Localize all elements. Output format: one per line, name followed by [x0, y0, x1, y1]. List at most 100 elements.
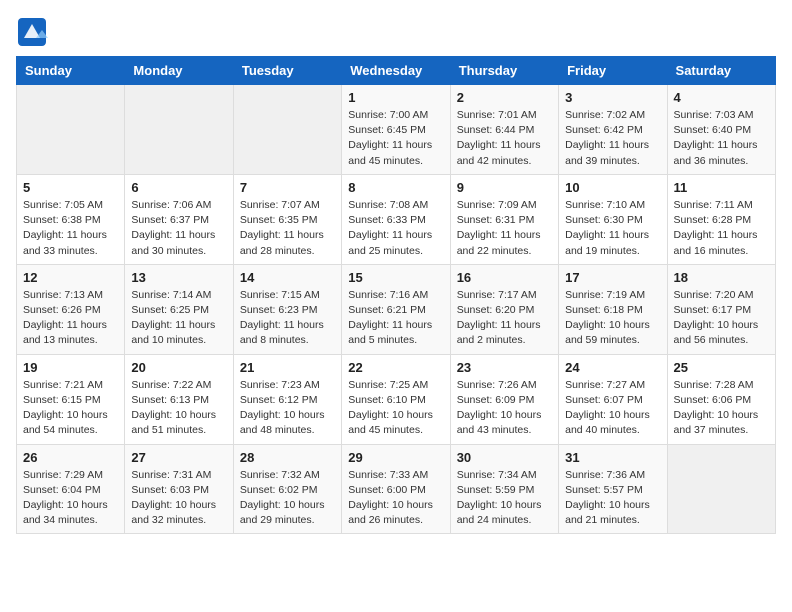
- day-number: 11: [674, 180, 769, 195]
- day-info: Sunrise: 7:25 AMSunset: 6:10 PMDaylight:…: [348, 378, 443, 439]
- day-number: 16: [457, 270, 552, 285]
- calendar-cell: 22 Sunrise: 7:25 AMSunset: 6:10 PMDayligh…: [342, 354, 450, 444]
- calendar-cell: 6 Sunrise: 7:06 AMSunset: 6:37 PMDaylight…: [125, 174, 233, 264]
- day-number: 15: [348, 270, 443, 285]
- calendar-cell: 20 Sunrise: 7:22 AMSunset: 6:13 PMDayligh…: [125, 354, 233, 444]
- calendar-cell: 25Sunrise: 7:28 AMSunset: 6:06 PMDayligh…: [667, 354, 775, 444]
- day-info: Sunrise: 7:01 AMSunset: 6:44 PMDaylight:…: [457, 108, 552, 169]
- calendar-table: SundayMondayTuesdayWednesdayThursdayFrid…: [16, 56, 776, 534]
- day-info: Sunrise: 7:11 AMSunset: 6:28 PMDaylight:…: [674, 198, 769, 259]
- calendar-cell: 30 Sunrise: 7:34 AMSunset: 5:59 PMDayligh…: [450, 444, 558, 534]
- day-number: 4: [674, 90, 769, 105]
- day-number: 8: [348, 180, 443, 195]
- day-number: 10: [565, 180, 660, 195]
- calendar-cell: 10 Sunrise: 7:10 AMSunset: 6:30 PMDayligh…: [559, 174, 667, 264]
- calendar-cell: 9 Sunrise: 7:09 AMSunset: 6:31 PMDaylight…: [450, 174, 558, 264]
- day-number: 12: [23, 270, 118, 285]
- day-number: 19: [23, 360, 118, 375]
- day-info: Sunrise: 7:34 AMSunset: 5:59 PMDaylight:…: [457, 468, 552, 529]
- day-number: 18: [674, 270, 769, 285]
- day-number: 31: [565, 450, 660, 465]
- weekday-header-row: SundayMondayTuesdayWednesdayThursdayFrid…: [17, 57, 776, 85]
- day-info: Sunrise: 7:13 AMSunset: 6:26 PMDaylight:…: [23, 288, 118, 349]
- weekday-header-sunday: Sunday: [17, 57, 125, 85]
- day-info: Sunrise: 7:06 AMSunset: 6:37 PMDaylight:…: [131, 198, 226, 259]
- calendar-cell: 12 Sunrise: 7:13 AMSunset: 6:26 PMDayligh…: [17, 264, 125, 354]
- calendar-cell: 2Sunrise: 7:01 AMSunset: 6:44 PMDaylight…: [450, 85, 558, 175]
- calendar-cell: [17, 85, 125, 175]
- day-info: Sunrise: 7:23 AMSunset: 6:12 PMDaylight:…: [240, 378, 335, 439]
- day-number: 28: [240, 450, 335, 465]
- weekday-header-tuesday: Tuesday: [233, 57, 341, 85]
- page-header: [16, 16, 776, 48]
- calendar-cell: 17 Sunrise: 7:19 AMSunset: 6:18 PMDayligh…: [559, 264, 667, 354]
- calendar-cell: 14Sunrise: 7:15 AMSunset: 6:23 PMDayligh…: [233, 264, 341, 354]
- weekday-header-monday: Monday: [125, 57, 233, 85]
- day-info: Sunrise: 7:32 AMSunset: 6:02 PMDaylight:…: [240, 468, 335, 529]
- calendar-cell: [667, 444, 775, 534]
- calendar-cell: [125, 85, 233, 175]
- day-number: 30: [457, 450, 552, 465]
- day-number: 20: [131, 360, 226, 375]
- day-info: Sunrise: 7:31 AMSunset: 6:03 PMDaylight:…: [131, 468, 226, 529]
- day-number: 24: [565, 360, 660, 375]
- calendar-cell: 29 Sunrise: 7:33 AMSunset: 6:00 PMDayligh…: [342, 444, 450, 534]
- day-info: Sunrise: 7:09 AMSunset: 6:31 PMDaylight:…: [457, 198, 552, 259]
- calendar-cell: 26 Sunrise: 7:29 AMSunset: 6:04 PMDayligh…: [17, 444, 125, 534]
- day-number: 29: [348, 450, 443, 465]
- calendar-cell: 5 Sunrise: 7:05 AMSunset: 6:38 PMDaylight…: [17, 174, 125, 264]
- day-number: 1: [348, 90, 443, 105]
- day-number: 26: [23, 450, 118, 465]
- calendar-cell: 4Sunrise: 7:03 AMSunset: 6:40 PMDaylight…: [667, 85, 775, 175]
- day-info: Sunrise: 7:28 AMSunset: 6:06 PMDaylight:…: [674, 378, 769, 439]
- week-row-1: 1 Sunrise: 7:00 AMSunset: 6:45 PMDaylight…: [17, 85, 776, 175]
- weekday-header-friday: Friday: [559, 57, 667, 85]
- day-number: 5: [23, 180, 118, 195]
- day-info: Sunrise: 7:36 AMSunset: 5:57 PMDaylight:…: [565, 468, 660, 529]
- calendar-cell: [233, 85, 341, 175]
- calendar-cell: 13Sunrise: 7:14 AMSunset: 6:25 PMDayligh…: [125, 264, 233, 354]
- calendar-cell: 8 Sunrise: 7:08 AMSunset: 6:33 PMDaylight…: [342, 174, 450, 264]
- calendar-cell: 28 Sunrise: 7:32 AMSunset: 6:02 PMDayligh…: [233, 444, 341, 534]
- day-info: Sunrise: 7:07 AMSunset: 6:35 PMDaylight:…: [240, 198, 335, 259]
- day-info: Sunrise: 7:19 AMSunset: 6:18 PMDaylight:…: [565, 288, 660, 349]
- calendar-cell: 23Sunrise: 7:26 AMSunset: 6:09 PMDayligh…: [450, 354, 558, 444]
- calendar-cell: 7 Sunrise: 7:07 AMSunset: 6:35 PMDaylight…: [233, 174, 341, 264]
- day-info: Sunrise: 7:17 AMSunset: 6:20 PMDaylight:…: [457, 288, 552, 349]
- calendar-cell: 1 Sunrise: 7:00 AMSunset: 6:45 PMDaylight…: [342, 85, 450, 175]
- day-info: Sunrise: 7:29 AMSunset: 6:04 PMDaylight:…: [23, 468, 118, 529]
- day-info: Sunrise: 7:15 AMSunset: 6:23 PMDaylight:…: [240, 288, 335, 349]
- day-info: Sunrise: 7:33 AMSunset: 6:00 PMDaylight:…: [348, 468, 443, 529]
- logo-icon: [16, 16, 48, 48]
- day-info: Sunrise: 7:00 AMSunset: 6:45 PMDaylight:…: [348, 108, 443, 169]
- day-info: Sunrise: 7:10 AMSunset: 6:30 PMDaylight:…: [565, 198, 660, 259]
- day-info: Sunrise: 7:05 AMSunset: 6:38 PMDaylight:…: [23, 198, 118, 259]
- day-number: 22: [348, 360, 443, 375]
- calendar-cell: 31 Sunrise: 7:36 AMSunset: 5:57 PMDayligh…: [559, 444, 667, 534]
- week-row-3: 12 Sunrise: 7:13 AMSunset: 6:26 PMDayligh…: [17, 264, 776, 354]
- day-info: Sunrise: 7:21 AMSunset: 6:15 PMDaylight:…: [23, 378, 118, 439]
- calendar-cell: 21Sunrise: 7:23 AMSunset: 6:12 PMDayligh…: [233, 354, 341, 444]
- day-number: 3: [565, 90, 660, 105]
- weekday-header-thursday: Thursday: [450, 57, 558, 85]
- day-number: 27: [131, 450, 226, 465]
- day-info: Sunrise: 7:22 AMSunset: 6:13 PMDaylight:…: [131, 378, 226, 439]
- calendar-cell: 3 Sunrise: 7:02 AMSunset: 6:42 PMDaylight…: [559, 85, 667, 175]
- calendar-cell: 18 Sunrise: 7:20 AMSunset: 6:17 PMDayligh…: [667, 264, 775, 354]
- day-number: 17: [565, 270, 660, 285]
- day-number: 6: [131, 180, 226, 195]
- day-number: 9: [457, 180, 552, 195]
- week-row-2: 5 Sunrise: 7:05 AMSunset: 6:38 PMDaylight…: [17, 174, 776, 264]
- calendar-cell: 19 Sunrise: 7:21 AMSunset: 6:15 PMDayligh…: [17, 354, 125, 444]
- day-number: 23: [457, 360, 552, 375]
- day-info: Sunrise: 7:14 AMSunset: 6:25 PMDaylight:…: [131, 288, 226, 349]
- logo: [16, 16, 52, 48]
- day-info: Sunrise: 7:08 AMSunset: 6:33 PMDaylight:…: [348, 198, 443, 259]
- weekday-header-wednesday: Wednesday: [342, 57, 450, 85]
- calendar-cell: 11 Sunrise: 7:11 AMSunset: 6:28 PMDayligh…: [667, 174, 775, 264]
- day-info: Sunrise: 7:16 AMSunset: 6:21 PMDaylight:…: [348, 288, 443, 349]
- day-number: 7: [240, 180, 335, 195]
- day-info: Sunrise: 7:02 AMSunset: 6:42 PMDaylight:…: [565, 108, 660, 169]
- day-info: Sunrise: 7:20 AMSunset: 6:17 PMDaylight:…: [674, 288, 769, 349]
- calendar-cell: 24Sunrise: 7:27 AMSunset: 6:07 PMDayligh…: [559, 354, 667, 444]
